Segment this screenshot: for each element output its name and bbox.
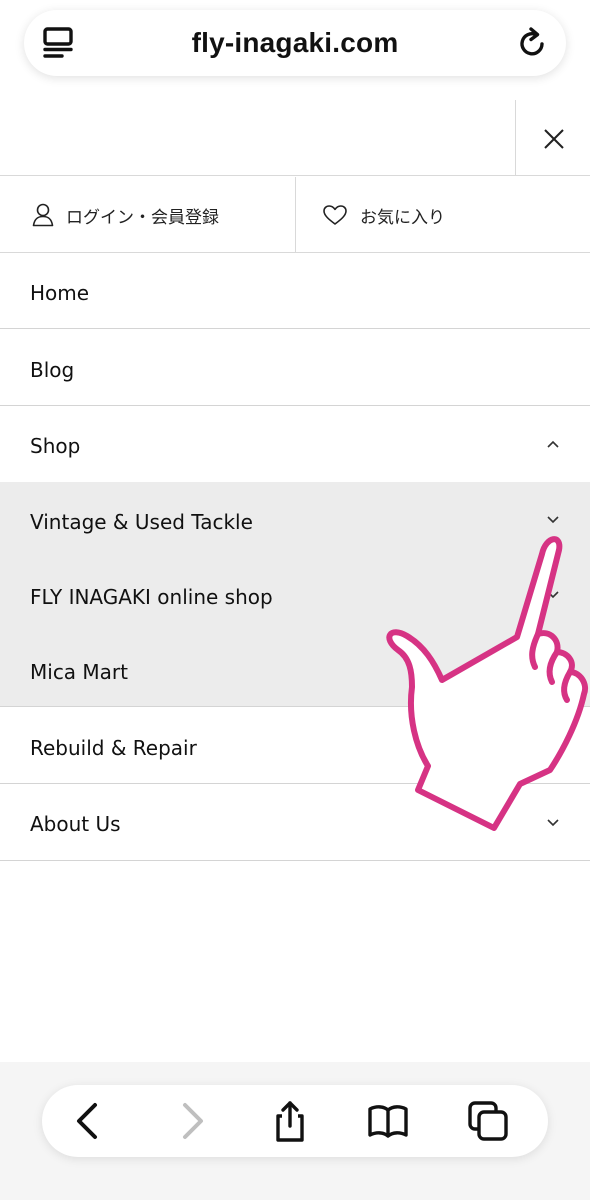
submenu-item-label: FLY INAGAKI online shop <box>30 585 273 609</box>
tabs-icon[interactable] <box>466 1099 510 1143</box>
heart-icon <box>323 205 347 225</box>
menu-item-shop[interactable]: Shop <box>0 406 590 482</box>
menu-item-about-us[interactable]: About Us <box>0 784 590 861</box>
submenu-item-fly-inagaki-online-shop[interactable]: FLY INAGAKI online shop <box>0 557 590 632</box>
menu-item-label: Shop <box>30 434 81 458</box>
chevron-down-icon[interactable] <box>546 589 560 599</box>
menu-item-rebuild-repair[interactable]: Rebuild & Repair <box>0 708 590 784</box>
close-button[interactable] <box>515 100 590 176</box>
menu-item-label: Rebuild & Repair <box>30 736 197 760</box>
chevron-down-icon[interactable] <box>546 817 560 827</box>
reload-icon[interactable] <box>516 26 550 60</box>
forward-icon[interactable] <box>169 1099 213 1143</box>
menu-item-label: Home <box>30 281 90 305</box>
back-icon[interactable] <box>67 1099 111 1143</box>
menu-item-blog[interactable]: Blog <box>0 329 590 406</box>
submenu-item-mica-mart[interactable]: Mica Mart <box>0 632 590 707</box>
chevron-down-icon[interactable] <box>546 514 560 524</box>
browser-toolbar <box>42 1085 548 1157</box>
user-icon <box>32 203 54 227</box>
submenu-item-label: Vintage & Used Tackle <box>30 510 253 534</box>
browser-address-area: fly-inagaki.com <box>0 0 590 96</box>
submenu-item-vintage-used-tackle[interactable]: Vintage & Used Tackle <box>0 482 590 557</box>
favorites-label: お気に入り <box>360 207 445 228</box>
url-text[interactable]: fly-inagaki.com <box>24 27 566 59</box>
favorites-button[interactable]: お気に入り <box>296 177 590 253</box>
share-icon[interactable] <box>268 1099 312 1143</box>
bookmarks-icon[interactable] <box>366 1099 410 1143</box>
close-icon[interactable] <box>543 128 565 150</box>
menu-item-label: About Us <box>30 812 121 836</box>
login-register-button[interactable]: ログイン・会員登録 <box>0 177 296 253</box>
submenu-item-label: Mica Mart <box>30 660 128 684</box>
shop-submenu: Vintage & Used Tackle FLY INAGAKI online… <box>0 482 590 707</box>
login-register-label: ログイン・会員登録 <box>66 207 219 228</box>
address-bar[interactable]: fly-inagaki.com <box>24 10 566 76</box>
menu-item-label: Blog <box>30 358 75 382</box>
menu-item-home[interactable]: Home <box>0 253 590 329</box>
drawer-header <box>0 100 590 176</box>
chevron-up-icon[interactable] <box>546 439 560 449</box>
account-row: ログイン・会員登録 お気に入り <box>0 177 590 253</box>
